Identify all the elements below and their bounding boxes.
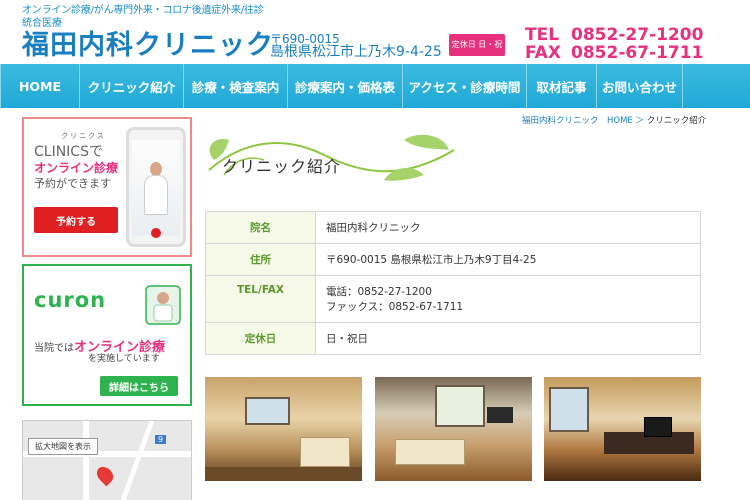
reserve-button[interactable]: 予約する <box>34 207 118 233</box>
map-enlarge-button[interactable]: 拡大地図を表示 <box>28 438 98 455</box>
fax-number: 0852-67-1711 <box>571 43 704 63</box>
row-value: 福田内科クリニック <box>315 211 701 244</box>
phone-illustration <box>126 127 186 247</box>
map-pin-icon <box>93 463 117 487</box>
nav-contact[interactable]: お問い合わせ <box>597 64 683 108</box>
page-title: クリニック紹介 <box>222 157 342 176</box>
nav-exam-guide[interactable]: 診療・検査案内 <box>184 64 288 108</box>
row-value: 〒690-0015 島根県松江市上乃木9丁目4-25 <box>315 243 701 276</box>
row-label: TEL/FAX <box>205 275 316 323</box>
clinics-avail-text: 予約ができます <box>34 177 111 190</box>
curon-banner[interactable]: curon 当院ではオンライン診療 を実施しています 詳細はこちら <box>22 264 192 406</box>
clinic-photo-reception <box>205 377 362 481</box>
map-road-number: 9 <box>155 435 167 444</box>
row-label: 院名 <box>205 211 316 244</box>
holiday-badge: 定休日 日・祝日 <box>449 34 505 71</box>
fax-label: FAX <box>525 43 561 63</box>
tel-number[interactable]: 0852-27-1200 <box>571 26 703 44</box>
tel-label: TEL <box>525 25 560 45</box>
nav-clinic-intro[interactable]: クリニック紹介 <box>80 64 184 108</box>
clinics-title: CLINICSで <box>34 144 103 160</box>
row-label: 住所 <box>205 243 316 276</box>
header-sub-tag: 統合医療 <box>22 18 62 29</box>
header-address: 島根県松江市上乃木9-4-25 <box>270 44 442 60</box>
breadcrumb-current: クリニック紹介 <box>646 116 707 126</box>
row-value: 日・祝日 <box>315 322 701 355</box>
nav-price-list[interactable]: 診療案内・価格表 <box>288 64 403 108</box>
nav-access-hours[interactable]: アクセス・診療時間 <box>403 64 527 108</box>
main-nav: HOME クリニック紹介 診療・検査案内 診療案内・価格表 アクセス・診療時間 … <box>0 64 750 108</box>
nav-home[interactable]: HOME <box>0 64 80 108</box>
breadcrumb-home[interactable]: 福田内科クリニック HOME <box>522 116 633 126</box>
breadcrumb-separator: ＞ <box>635 116 645 126</box>
header-tagline: オンライン診療/がん専門外来・コロナ後遺症外来/往診 <box>22 5 264 16</box>
curon-logo: curon <box>34 288 107 312</box>
doctor-illustration-icon <box>145 285 181 325</box>
table-row: 院名 福田内科クリニック <box>205 211 701 244</box>
table-row: 定休日 日・祝日 <box>205 322 701 355</box>
table-row: 住所 〒690-0015 島根県松江市上乃木9丁目4-25 <box>205 243 701 276</box>
curon-detail-button[interactable]: 詳細はこちら <box>100 376 178 396</box>
fax-value: ファックス：0852-67-1711 <box>326 301 464 313</box>
clinics-online-text: オンライン診療 <box>34 161 119 175</box>
map-widget[interactable]: 9 拡大地図を表示 <box>22 420 192 500</box>
clinic-photo-waiting-room <box>375 377 532 481</box>
end-call-icon <box>151 228 161 238</box>
tel-value: 電話：0852-27-1200 <box>326 286 432 298</box>
table-row: TEL/FAX 電話：0852-27-1200 ファックス：0852-67-17… <box>205 275 701 323</box>
curon-text-line2: を実施しています <box>88 354 160 364</box>
clinic-photo-exam-room <box>544 377 701 481</box>
row-label: 定休日 <box>205 322 316 355</box>
clinics-ruby: クリニクス <box>61 132 106 140</box>
clinics-banner[interactable]: クリニクス CLINICSで オンライン診療 予約ができます 予約する <box>22 117 192 257</box>
contact-block: TEL 0852-27-1200 FAX 0852-67-1711 <box>525 26 703 62</box>
nav-articles[interactable]: 取材記事 <box>527 64 597 108</box>
clinic-name-logo[interactable]: 福田内科クリニック <box>22 30 274 62</box>
breadcrumb: 福田内科クリニック HOME ＞ クリニック紹介 <box>522 114 706 126</box>
clinic-info-table: 院名 福田内科クリニック 住所 〒690-0015 島根県松江市上乃木9丁目4-… <box>205 211 701 355</box>
row-value: 電話：0852-27-1200 ファックス：0852-67-1711 <box>315 275 701 323</box>
